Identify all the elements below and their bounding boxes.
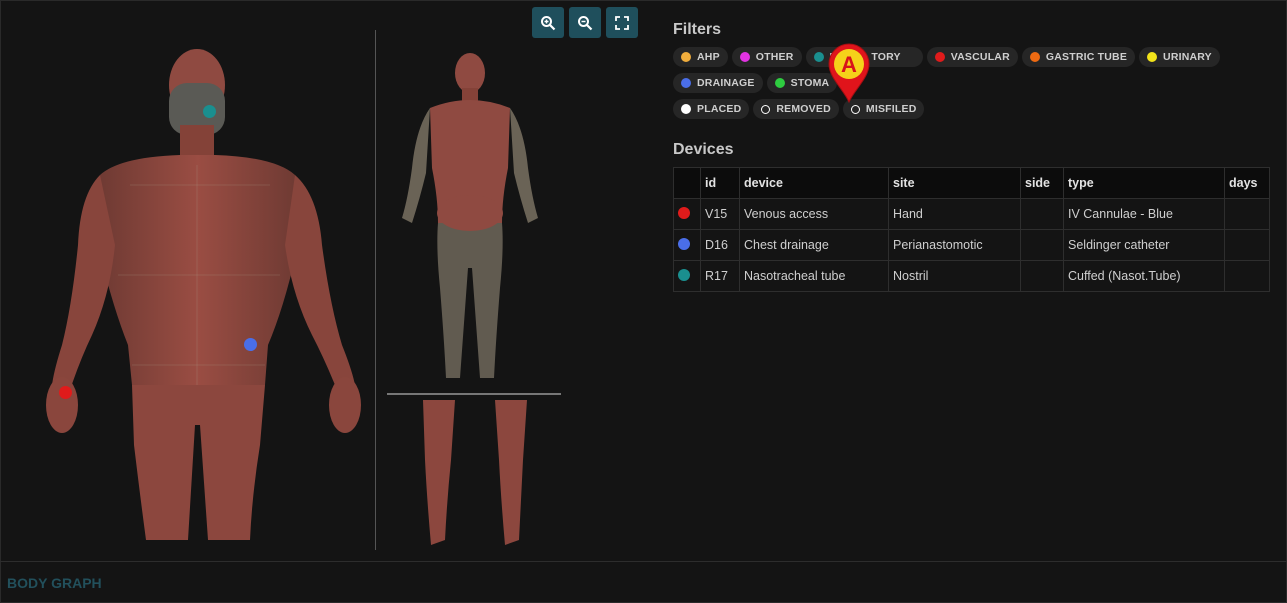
cell-device: Nasotracheal tube (739, 260, 889, 292)
zoom-in-icon (541, 15, 556, 30)
table-row[interactable]: D16 Chest drainage Perianastomotic Seldi… (673, 229, 1270, 261)
filter-chip-label: TORY (871, 51, 901, 63)
filters-title: Filters (673, 21, 722, 38)
filter-row-3: PLACED REMOVED MISFILED (673, 99, 925, 119)
body-graph-label: BODY GRAPH (7, 575, 102, 591)
body-marker-chest-drainage[interactable] (244, 338, 257, 351)
filter-chip-other[interactable]: OTHER (731, 47, 802, 67)
devices-title: Devices (673, 141, 734, 158)
filter-chip-label: AHP (697, 51, 720, 63)
zoom-out-icon (578, 15, 593, 30)
filter-chip-label: VASCULAR (950, 51, 1010, 63)
filter-chip-placed[interactable]: PLACED (673, 99, 750, 119)
zoom-in-button[interactable] (532, 7, 564, 38)
fullscreen-icon (615, 15, 629, 30)
filter-chip-label: URINARY (1163, 51, 1212, 63)
cell-side (1020, 229, 1064, 261)
back-view-divider (387, 393, 561, 395)
drainage-dot-icon (678, 237, 690, 250)
legs-back-view[interactable] (395, 400, 555, 550)
cell-device: Venous access (739, 198, 889, 230)
respiratory-dot-icon (678, 268, 690, 281)
table-row[interactable]: V15 Venous access Hand IV Cannulae - Blu… (673, 198, 1270, 230)
vascular-dot-icon (934, 52, 945, 62)
cell-site: Nostril (888, 260, 1021, 292)
filter-row-1: AHP OTHER R TORY VASCULAR GASTRIC TUBE U… (673, 47, 1220, 67)
misfiled-ring-icon (850, 104, 860, 114)
col-device[interactable]: device (739, 167, 889, 199)
cell-days (1224, 260, 1270, 292)
cell-site: Perianastomotic (888, 229, 1021, 261)
filter-chip-label: DRAINAGE (697, 77, 755, 89)
removed-ring-icon (761, 104, 771, 114)
cell-type: Seldinger catheter (1063, 229, 1225, 261)
placed-dot-icon (681, 104, 691, 114)
cell-type: IV Cannulae - Blue (1063, 198, 1225, 230)
fullscreen-button[interactable] (606, 7, 638, 38)
stoma-dot-icon (774, 78, 785, 88)
col-side[interactable]: side (1020, 167, 1064, 199)
zoom-toolbar (532, 7, 638, 38)
cell-side (1020, 260, 1064, 292)
filter-chip-label: REMOVED (776, 103, 831, 115)
cell-id: V15 (700, 198, 740, 230)
cell-device: Chest drainage (739, 229, 889, 261)
table-row[interactable]: R17 Nasotracheal tube Nostril Cuffed (Na… (673, 260, 1270, 292)
cell-days (1224, 229, 1270, 261)
body-marker-venous-access[interactable] (59, 386, 72, 399)
drainage-dot-icon (681, 78, 691, 88)
devices-table: id device site side type days V15 Venous… (673, 167, 1270, 292)
body-marker-nasotracheal[interactable] (203, 105, 216, 118)
col-site[interactable]: site (888, 167, 1021, 199)
filter-chip-vascular[interactable]: VASCULAR (926, 47, 1018, 67)
ahp-dot-icon (681, 52, 691, 62)
cell-site: Hand (888, 198, 1021, 230)
col-days[interactable]: days (1224, 167, 1270, 199)
col-id[interactable]: id (700, 167, 740, 199)
body-front-view[interactable] (40, 45, 370, 545)
callout-pin-icon: A (828, 43, 870, 104)
col-type[interactable]: type (1063, 167, 1225, 199)
filter-chip-drainage[interactable]: DRAINAGE (673, 73, 763, 93)
callout-letter: A (841, 52, 857, 77)
filter-chip-urinary[interactable]: URINARY (1139, 47, 1220, 67)
other-dot-icon (739, 52, 750, 62)
filter-chip-label: MISFILED (865, 103, 917, 115)
cell-id: D16 (700, 229, 740, 261)
filter-chip-label: GASTRIC TUBE (1045, 51, 1128, 63)
vascular-dot-icon (678, 206, 690, 219)
cell-id: R17 (700, 260, 740, 292)
respiratory-dot-icon (813, 52, 824, 62)
filter-chip-label: PLACED (697, 103, 742, 115)
cell-side (1020, 198, 1064, 230)
gastric-tube-dot-icon (1029, 52, 1040, 62)
filter-row-2: DRAINAGE STOMA (673, 73, 838, 93)
zoom-out-button[interactable] (569, 7, 601, 38)
cell-days (1224, 198, 1270, 230)
filter-chip-gastric-tube[interactable]: GASTRIC TUBE (1021, 47, 1136, 67)
col-color (673, 167, 701, 199)
cell-type: Cuffed (Nasot.Tube) (1063, 260, 1225, 292)
view-divider (375, 30, 376, 550)
body-back-view[interactable] (390, 48, 560, 388)
footer-divider (0, 561, 1287, 562)
table-header-row: id device site side type days (673, 167, 1270, 199)
urinary-dot-icon (1147, 52, 1158, 62)
filter-chip-label: STOMA (790, 77, 830, 89)
filter-chip-ahp[interactable]: AHP (673, 47, 728, 67)
filter-chip-label: OTHER (755, 51, 794, 63)
